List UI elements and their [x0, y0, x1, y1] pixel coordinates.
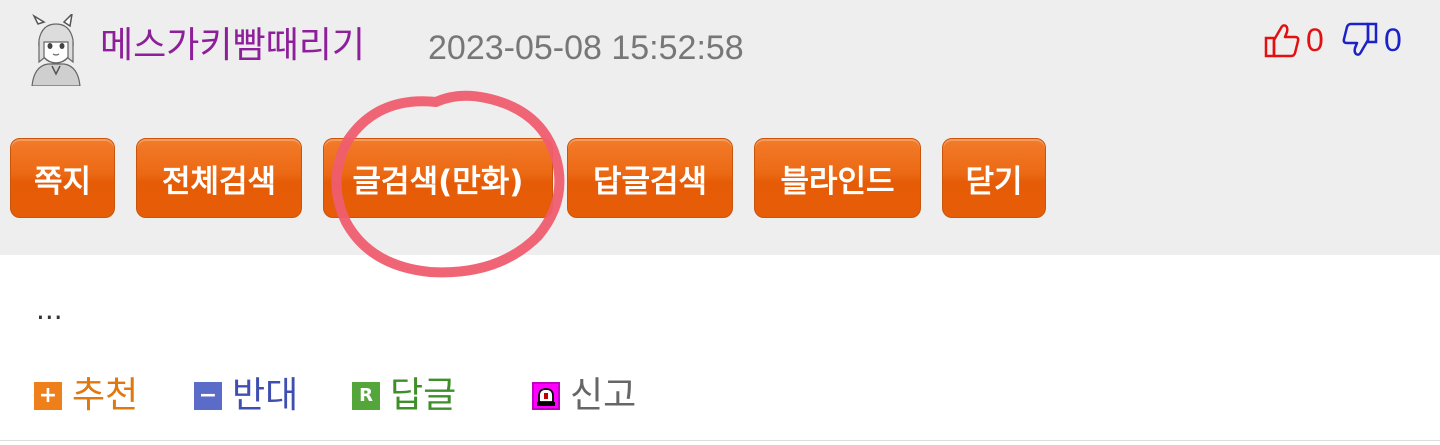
thumbs-up-icon[interactable] — [1262, 20, 1302, 60]
post-author-name[interactable]: 메스가키빰때리기 — [100, 22, 365, 70]
thumbs-down-icon[interactable] — [1340, 20, 1380, 60]
downvote-control[interactable]: 0 — [1340, 20, 1402, 60]
reply-icon: R — [352, 382, 380, 410]
post-header: 메스가키빰때리기 2023-05-08 15:52:58 0 0 쪽지 전체검색… — [0, 0, 1440, 278]
post-timestamp: 2023-05-08 15:52:58 — [428, 29, 744, 67]
oppose-action[interactable]: − 반대 — [194, 372, 298, 420]
siren-icon — [532, 382, 560, 410]
oppose-label: 반대 — [232, 375, 299, 416]
search-all-button[interactable]: 전체검색 — [136, 138, 302, 218]
downvote-count: 0 — [1384, 22, 1402, 58]
recommend-action[interactable]: + 추천 — [34, 372, 138, 420]
upvote-control[interactable]: 0 — [1262, 20, 1324, 60]
report-action[interactable]: 신고 — [532, 372, 636, 420]
plus-icon: + — [34, 382, 62, 410]
minus-icon: − — [194, 382, 222, 410]
close-button[interactable]: 닫기 — [942, 138, 1046, 218]
upvote-count: 0 — [1306, 22, 1324, 58]
search-replies-button[interactable]: 답글검색 — [567, 138, 733, 218]
user-avatar[interactable] — [24, 11, 88, 87]
report-label: 신고 — [570, 375, 637, 416]
recommend-label: 추천 — [72, 375, 139, 416]
divider — [0, 440, 1440, 441]
blind-button[interactable]: 블라인드 — [754, 138, 921, 218]
search-posts-comic-button[interactable]: 글검색(만화) — [323, 138, 553, 218]
reply-label: 답글 — [390, 375, 457, 416]
reply-action[interactable]: R 답글 — [352, 372, 456, 420]
message-button[interactable]: 쪽지 — [10, 138, 115, 218]
post-content: ... — [36, 293, 63, 326]
